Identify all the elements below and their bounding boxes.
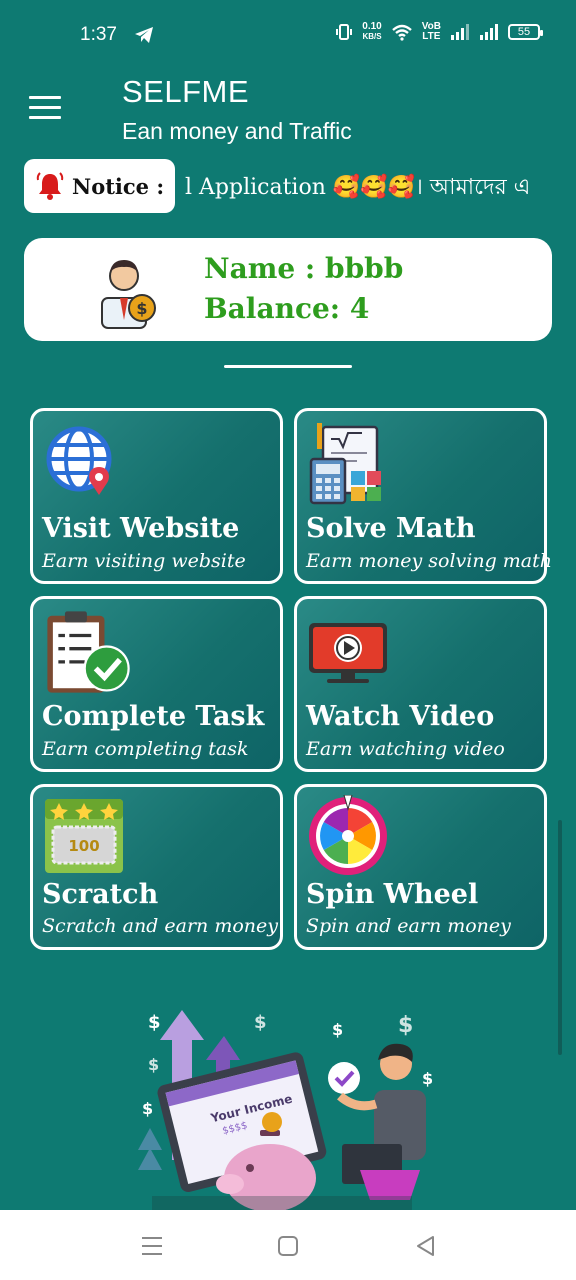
notice-marquee-text: l Application 🥰🥰🥰। আমাদের এ [185,175,531,200]
card-title: Complete Task [42,701,265,732]
telegram-icon [135,27,153,43]
income-illustration: $ $ $ $ $ $ $ Your Income $$$$ [138,1010,433,1210]
scrollbar-thumb[interactable] [558,820,562,1055]
video-play-icon [309,623,387,683]
card-title: Scratch [42,879,159,910]
svg-text:$: $ [422,1069,433,1088]
svg-text:$: $ [332,1020,343,1039]
card-subtitle: Scratch and earn money [42,915,278,937]
card-scratch[interactable]: 100 Scratch Scratch and earn money [30,784,283,950]
card-spin-wheel[interactable]: Spin Wheel Spin and earn money [294,784,547,950]
wifi-icon [391,24,412,41]
svg-text:100: 100 [68,837,99,855]
card-subtitle: Earn visiting website [42,550,246,572]
svg-text:$: $ [142,1099,153,1118]
volte-indicator: VoB LTE [422,22,441,42]
recent-apps-icon[interactable] [138,1232,166,1260]
status-time: 1:37 [80,24,117,45]
network-speed-unit: KB/S [362,32,382,41]
home-icon[interactable] [274,1232,302,1260]
card-title: Spin Wheel [306,879,479,910]
card-complete-task[interactable]: Complete Task Earn completing task [30,596,283,772]
network-speed-value: 0.10 [362,21,382,32]
svg-text:$: $ [398,1013,413,1038]
card-visit-website[interactable]: Visit Website Earn visiting website [30,408,283,584]
profile-card: $ Name : bbbb Balance: 4 [24,238,552,341]
card-subtitle: Earn watching video [306,738,505,760]
profile-name: Name : bbbb [204,252,404,285]
system-navigation-bar [0,1210,576,1280]
app-bar: SELFME Ean money and Traffic [0,72,576,156]
card-title: Watch Video [306,701,495,732]
app-title: SELFME [122,74,250,109]
battery-icon: 55 [508,24,543,40]
svg-text:$: $ [136,299,147,318]
battery-level: 55 [517,26,531,38]
bell-icon [36,172,64,200]
hamburger-menu-icon[interactable] [29,96,61,120]
notice-badge: Notice : [24,159,175,213]
calculator-math-icon [309,423,381,505]
vibrate-icon [336,24,353,40]
section-divider [224,365,352,368]
card-subtitle: Earn money solving math [306,550,552,572]
card-watch-video[interactable]: Watch Video Earn watching video [294,596,547,772]
signal-icon-1 [451,24,469,40]
card-title: Visit Website [42,513,240,544]
notice-label: Notice : [72,173,165,199]
spin-wheel-icon [309,795,387,875]
svg-text:$: $ [148,1055,159,1074]
card-subtitle: Spin and earn money [306,915,511,937]
signal-icon-2 [480,24,498,40]
profile-balance: Balance: 4 [204,292,370,325]
back-icon[interactable] [412,1232,440,1260]
app-subtitle: Ean money and Traffic [122,118,352,144]
scratch-card-icon: 100 [45,799,123,873]
globe-location-icon [46,426,112,495]
notice-bar: Notice : l Application 🥰🥰🥰। আমাদের এ [0,158,576,214]
svg-text:$: $ [254,1012,267,1033]
status-bar: 1:37 0.10 KB/S VoB LTE 55 [0,0,576,72]
clipboard-check-icon [47,611,130,693]
user-avatar-icon: $ [101,260,156,329]
svg-text:$: $ [148,1012,161,1033]
card-solve-math[interactable]: Solve Math Earn money solving math [294,408,552,584]
card-subtitle: Earn completing task [42,738,249,760]
volte-bottom: LTE [422,31,441,42]
network-speed: 0.10 KB/S [362,22,381,42]
card-title: Solve Math [306,513,476,544]
